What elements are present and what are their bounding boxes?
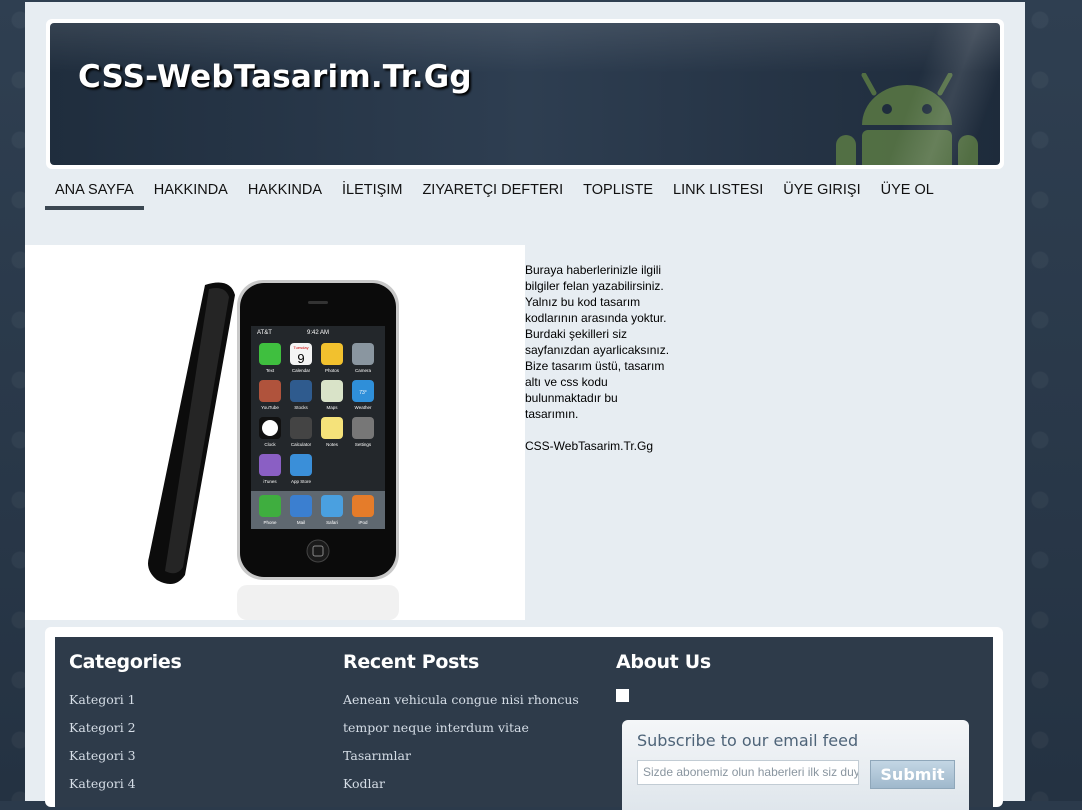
footer-recent-posts: Recent Posts Aenean vehicula congue nisi…: [343, 651, 603, 803]
site-title[interactable]: CSS-WebTasarim.Tr.Gg: [78, 59, 472, 95]
nav-item-hakkinda[interactable]: HAKKINDA: [144, 180, 238, 206]
categories-title: Categories: [69, 651, 182, 673]
app-label: Calendar: [292, 368, 311, 373]
nav-item-ziyaretci-defteri[interactable]: ZIYARETÇI DEFTERI: [412, 180, 573, 206]
dock-label: Safari: [326, 520, 338, 525]
subscribe-box: Subscribe to our email feed Sizde abonem…: [622, 720, 969, 810]
recent-post-link[interactable]: Aenean vehicula congue nisi rhoncus: [343, 691, 603, 719]
category-link[interactable]: Kategori 3: [69, 747, 319, 775]
category-link[interactable]: Kategori 4: [69, 775, 319, 803]
article-line: Yalnız bu kod tasarım kodlarının arasınd…: [525, 295, 667, 325]
header-inner: CSS-WebTasarim.Tr.Gg: [50, 23, 1000, 165]
nav-item-link-listesi[interactable]: LINK LISTESI: [663, 180, 773, 206]
android-logo-icon: [836, 73, 978, 165]
nav-item-uye-girisi[interactable]: ÜYE GIRIŞI: [773, 180, 870, 206]
footer-categories: Categories Kategori 1 Kategori 2 Kategor…: [69, 651, 319, 803]
dock-label: Phone: [263, 520, 277, 525]
app-label: Clock: [264, 442, 276, 447]
recent-post-link[interactable]: tempor neque interdum vitae: [343, 719, 603, 747]
nav-item-ana-sayfa[interactable]: ANA SAYFA: [45, 180, 144, 210]
app-label: Maps: [326, 405, 338, 410]
page-container: CSS-WebTasarim.Tr.Gg ANA SAYFA HAKKINDA …: [25, 2, 1025, 810]
about-image-placeholder: [616, 689, 629, 702]
article-line: Buraya haberlerinizle ilgili bilgiler fe…: [525, 263, 664, 293]
app-label: Text: [266, 368, 275, 373]
app-label: Notes: [326, 442, 339, 447]
iphone-photo: AT&T 9:42 AM Tuesday 9 Text Calendar Pho…: [25, 245, 525, 620]
phone-status-carrier: AT&T: [257, 330, 272, 336]
nav-item-hakkinda-2[interactable]: HAKKINDA: [238, 180, 332, 206]
app-label: iTunes: [263, 479, 277, 484]
article-line: Bize tasarım üstü, tasarım altı ve css k…: [525, 359, 665, 421]
nav-item-iletisim[interactable]: İLETIŞIM: [332, 180, 412, 206]
app-label: Camera: [355, 368, 372, 373]
footer: Categories Kategori 1 Kategori 2 Kategor…: [55, 637, 993, 810]
app-label: Weather: [355, 405, 372, 410]
nav-item-topliste[interactable]: TOPLISTE: [573, 180, 663, 206]
recent-post-link[interactable]: Tasarımlar: [343, 747, 603, 775]
subscribe-title: Subscribe to our email feed: [637, 731, 859, 750]
phone-weather-temp: 73°: [359, 390, 367, 396]
footer-about: About Us: [616, 651, 976, 702]
app-label: Calculator: [291, 442, 312, 447]
phone-calendar-day: Tuesday: [293, 345, 308, 350]
dock-label: Mail: [297, 520, 305, 525]
category-link[interactable]: Kategori 2: [69, 719, 319, 747]
article-text: Buraya haberlerinizle ilgili bilgiler fe…: [525, 262, 670, 454]
footer-frame: Categories Kategori 1 Kategori 2 Kategor…: [45, 627, 1003, 810]
dock-label: iPod: [358, 520, 368, 525]
article-line: Burdaki şekilleri siz sayfanızdan ayarli…: [525, 327, 670, 357]
header-banner: CSS-WebTasarim.Tr.Gg: [46, 19, 1004, 169]
nav-item-uye-ol[interactable]: ÜYE OL: [871, 180, 944, 206]
recent-posts-title: Recent Posts: [343, 651, 479, 673]
subscribe-email-input[interactable]: Sizde abonemiz olun haberleri ilk siz du…: [637, 760, 859, 785]
subscribe-submit-button[interactable]: Submit: [870, 760, 955, 789]
app-label: Photos: [325, 368, 340, 373]
app-label: Settings: [355, 442, 372, 447]
phone-calendar-date: 9: [297, 351, 304, 366]
app-label: Stocks: [294, 405, 308, 410]
article-signature: CSS-WebTasarim.Tr.Gg: [525, 439, 654, 453]
about-title: About Us: [616, 651, 711, 673]
category-link[interactable]: Kategori 1: [69, 691, 319, 719]
recent-post-link[interactable]: Kodlar: [343, 775, 603, 803]
phone-status-time: 9:42 AM: [307, 330, 329, 336]
main-nav: ANA SAYFA HAKKINDA HAKKINDA İLETIŞIM ZIY…: [45, 180, 944, 210]
app-label: App Store: [291, 479, 312, 484]
app-label: YouTube: [261, 405, 279, 410]
